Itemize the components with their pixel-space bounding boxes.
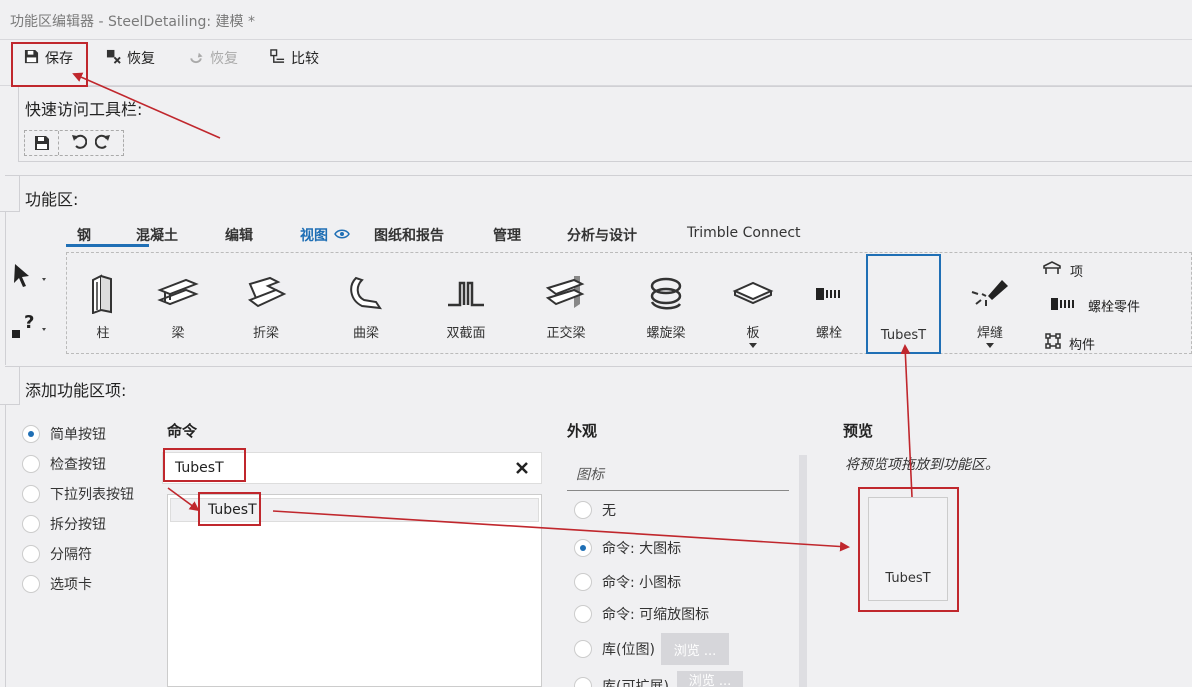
arrow-to-save: [72, 72, 221, 139]
arrow-to-result: [167, 487, 200, 512]
annotation-arrows: [72, 72, 913, 552]
arrow-to-ribbon: [900, 344, 913, 498]
arrow-to-preview: [272, 510, 850, 552]
